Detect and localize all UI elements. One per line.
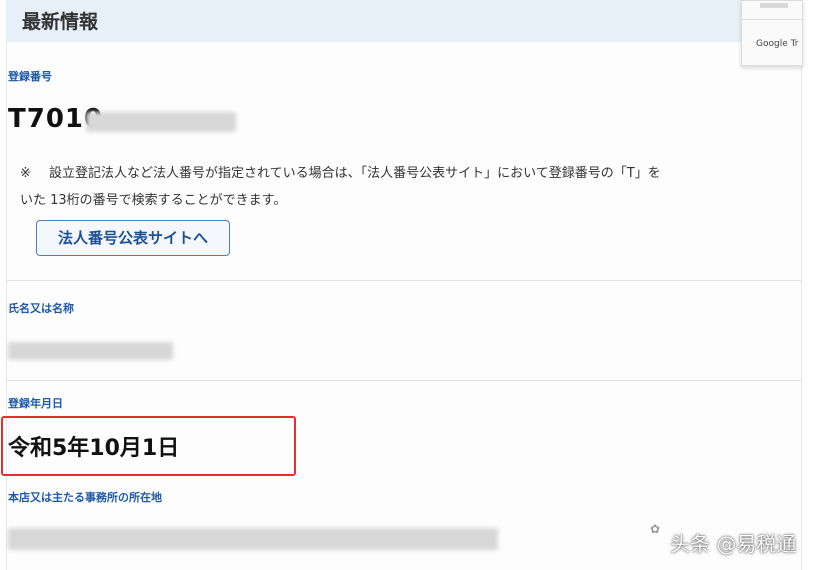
popup-blurred-text [760, 3, 788, 8]
header-bar: 最新情報 [6, 0, 802, 42]
section-divider [6, 380, 802, 381]
watermark-icon: ✿ [650, 522, 661, 536]
redacted-registration-digits [86, 112, 236, 132]
popup-divider [742, 19, 802, 20]
page-title: 最新情報 [22, 11, 99, 33]
address-label: 本店又は主たる事務所の所在地 [8, 491, 162, 504]
note-text-1: 設立登記法人など法人番号が指定されている場合は、「法人番号公表サイト」において登… [49, 166, 661, 181]
redacted-address [8, 528, 498, 550]
section-divider [6, 280, 802, 281]
watermark-text: 头条 @易税通 [670, 532, 797, 556]
google-translate-label[interactable]: Google Tr [756, 39, 798, 49]
note-line-1: ※ 設立登記法人など法人番号が指定されている場合は、「法人番号公表サイト」におい… [20, 162, 661, 181]
translate-popup[interactable]: Google Tr [741, 0, 803, 66]
redacted-name [8, 342, 173, 360]
note-line-2: いた 13桁の番号で検索することができます。 [20, 193, 287, 208]
registration-date-label: 登録年月日 [8, 397, 63, 410]
corporate-number-site-button[interactable]: 法人番号公表サイトへ [36, 220, 230, 256]
content-panel [6, 0, 802, 570]
registration-date-value: 令和5年10月1日 [8, 436, 180, 461]
name-label: 氏名又は名称 [8, 302, 74, 315]
note-mark: ※ [20, 166, 31, 181]
registration-number-label: 登録番号 [8, 70, 52, 83]
